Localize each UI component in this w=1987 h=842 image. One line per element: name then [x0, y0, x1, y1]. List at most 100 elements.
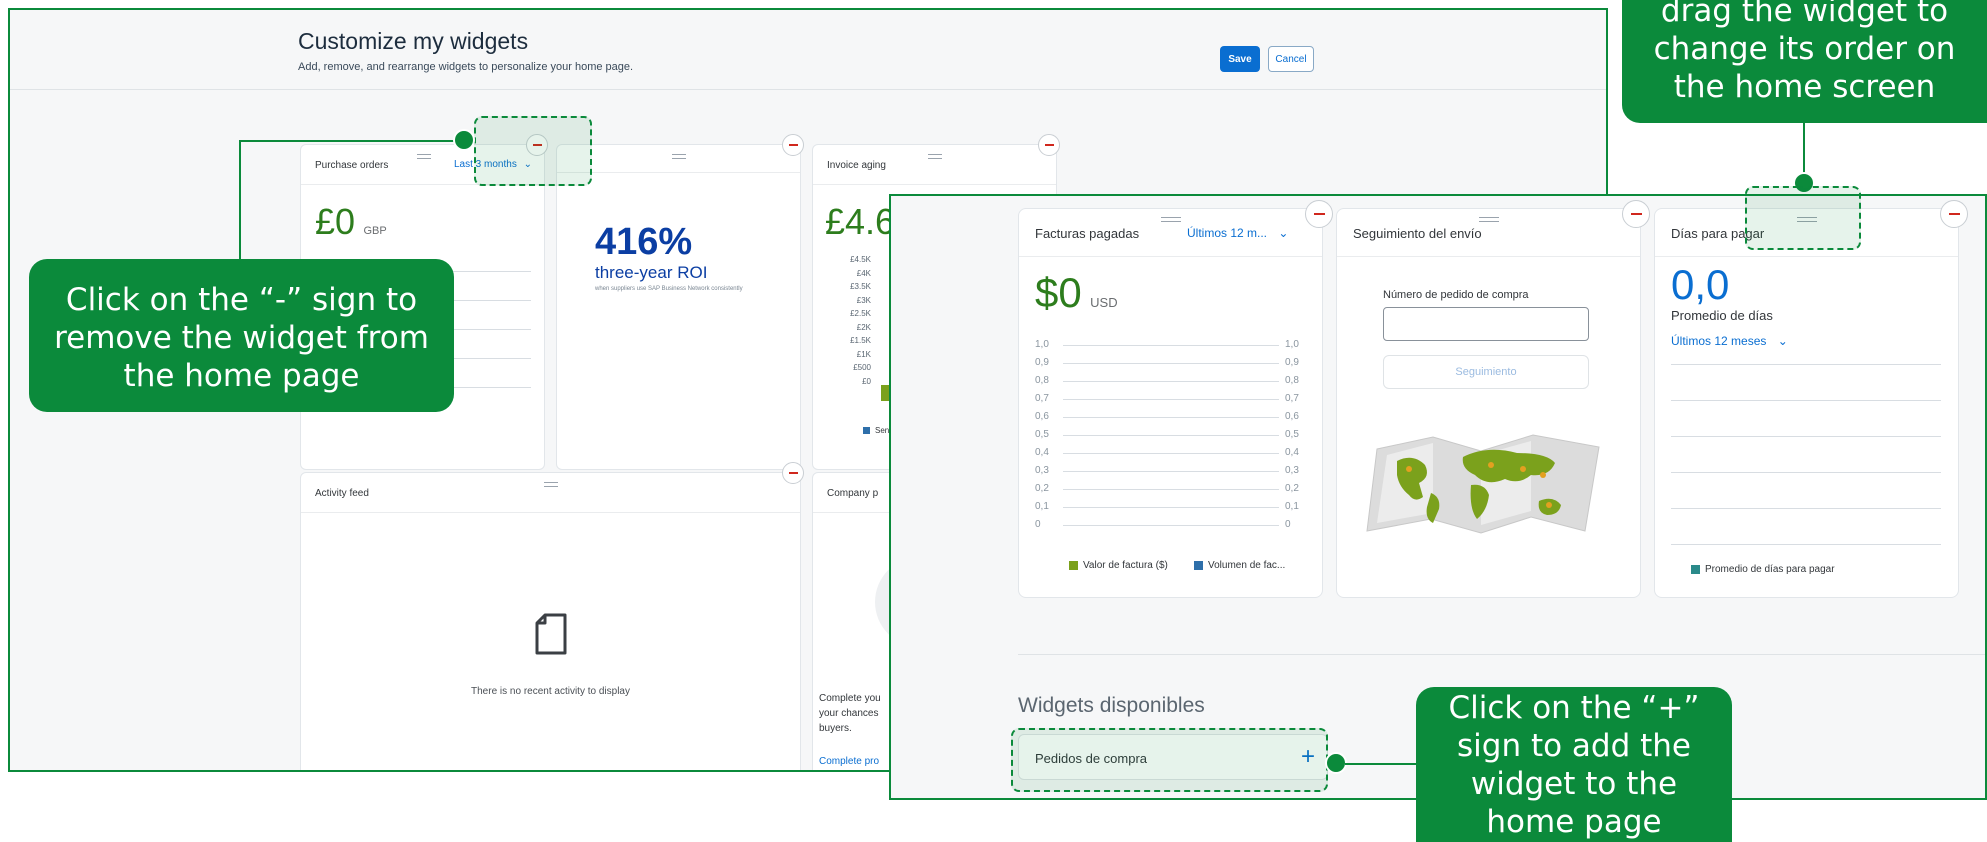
roi-note: when suppliers use SAP Business Network … — [595, 286, 743, 292]
drag-handle-icon[interactable] — [1161, 217, 1181, 222]
track-button[interactable]: Seguimiento — [1383, 355, 1589, 389]
page-header: Customize my widgets Add, remove, and re… — [10, 10, 1606, 90]
chart-gridline — [451, 300, 531, 301]
legend-swatch — [1691, 565, 1700, 574]
shipment-tracking-widget[interactable]: Seguimiento del envío Número de pedido d… — [1336, 208, 1641, 598]
chart-gridline — [451, 271, 531, 272]
amount: $0 USD — [1035, 269, 1118, 317]
y-tick-label-right: 0,6 — [1285, 411, 1299, 422]
chart-gridline — [451, 329, 531, 330]
period-filter[interactable]: Últimos 12 m... ⌄ — [1187, 226, 1288, 240]
drag-handle-icon[interactable] — [1479, 217, 1499, 222]
drag-handle-icon[interactable] — [417, 154, 431, 159]
y-tick-label: £2K — [856, 322, 871, 332]
drag-handle-icon[interactable] — [928, 154, 942, 159]
callout-connector — [240, 140, 465, 142]
amount-currency: GBP — [363, 225, 387, 237]
y-tick-label: £0 — [862, 376, 871, 386]
remove-button-highlight — [474, 116, 592, 186]
remove-widget-callout: Click on the “-” sign to remove the widg… — [29, 259, 454, 412]
roi-widget[interactable]: 416% three-year ROI when suppliers use S… — [556, 144, 801, 470]
po-number-input[interactable] — [1383, 307, 1589, 341]
chart-gridline — [1063, 471, 1279, 472]
minus-icon — [1044, 144, 1054, 146]
roi-value: 416% — [595, 221, 693, 263]
chart-gridline — [1063, 345, 1279, 346]
amount-value: £0 — [315, 201, 356, 242]
chart-gridline — [1671, 544, 1941, 545]
remove-widget-button[interactable] — [1622, 200, 1650, 228]
chart-gridline — [1671, 400, 1941, 401]
y-tick-label-right: 0,5 — [1285, 429, 1299, 440]
complete-profile-link[interactable]: Complete pro — [819, 756, 879, 767]
period-filter[interactable]: Últimos 12 meses ⌄ — [1671, 334, 1788, 348]
minus-icon — [1313, 213, 1325, 215]
y-tick-label-right: 0,4 — [1285, 447, 1299, 458]
drag-handle-icon[interactable] — [672, 154, 686, 159]
widget-title: Purchase orders — [315, 160, 389, 171]
drag-handle-icon[interactable] — [544, 482, 558, 487]
y-tick-label-left: 0,5 — [1035, 429, 1049, 440]
empty-state-text: There is no recent activity to display — [471, 686, 630, 697]
add-widget-callout: Click on the “+” sign to add the widget … — [1416, 687, 1732, 842]
y-tick-label-left: 0,2 — [1035, 483, 1049, 494]
chart-gridline — [451, 387, 531, 388]
callout-connector — [239, 140, 241, 260]
y-tick-label-right: 1,0 — [1285, 339, 1299, 350]
y-tick-label-right: 0,1 — [1285, 501, 1299, 512]
remove-widget-button[interactable] — [1305, 200, 1333, 228]
amount: £0 GBP — [315, 201, 387, 243]
invoice-chart: 1,0 1,0 0,9 0,9 0,8 0,8 0,7 0,7 0,6 0,6 0,5 0,5 0,4 0… — [1035, 339, 1305, 535]
chart-gridline — [1063, 363, 1279, 364]
document-icon — [534, 613, 568, 655]
minus-icon — [1948, 213, 1960, 215]
y-tick-label-right: 0,8 — [1285, 375, 1299, 386]
chart-gridline — [1063, 435, 1279, 436]
days-to-pay-widget[interactable]: Días para pagar 0,0 Promedio de días Últ… — [1654, 208, 1959, 598]
minus-icon — [1630, 213, 1642, 215]
y-tick-label: £2.5K — [850, 309, 871, 318]
remove-widget-button[interactable] — [1940, 200, 1968, 228]
chart-gridline — [1063, 399, 1279, 400]
remove-widget-button[interactable] — [1038, 134, 1060, 156]
activity-feed-widget[interactable]: Activity feed There is no recent activit… — [300, 472, 801, 770]
profile-text: Complete you your chances buyers. — [819, 693, 881, 734]
callout-anchor-dot — [1325, 752, 1347, 774]
period-filter-label: Últimos 12 m... — [1187, 226, 1268, 240]
y-tick-label-left: 0,6 — [1035, 411, 1049, 422]
chevron-down-icon: ⌄ — [1278, 226, 1289, 240]
y-tick-label-right: 0,3 — [1285, 465, 1299, 476]
y-tick-label-left: 0,4 — [1035, 447, 1049, 458]
cancel-button[interactable]: Cancel — [1268, 46, 1314, 72]
save-button[interactable]: Save — [1220, 46, 1260, 72]
paid-invoices-widget[interactable]: Facturas pagadas Últimos 12 m... ⌄ $0 US… — [1018, 208, 1323, 598]
section-divider — [1018, 654, 1985, 655]
chart-gridline — [1671, 472, 1941, 473]
remove-widget-button[interactable] — [782, 462, 804, 484]
page-subtitle: Add, remove, and rearrange widgets to pe… — [298, 61, 634, 73]
y-tick-label: £3K — [856, 295, 871, 305]
legend-label: Promedio de días para pagar — [1705, 564, 1835, 575]
widget-title: Seguimiento del envío — [1353, 226, 1482, 241]
days-label: Promedio de días — [1671, 308, 1773, 323]
widget-header: Activity feed — [301, 473, 800, 513]
days-value: 0,0 — [1671, 261, 1730, 308]
y-tick-label-right: 0,2 — [1285, 483, 1299, 494]
period-filter-label: Últimos 12 meses — [1671, 334, 1767, 348]
y-tick-label: £500 — [853, 363, 871, 372]
page-title: Customize my widgets — [298, 28, 529, 54]
y-tick-label-right: 0 — [1285, 519, 1291, 530]
legend-swatch — [863, 427, 870, 434]
available-widgets-heading: Widgets disponibles — [1018, 694, 1205, 717]
chart-gridline — [1671, 436, 1941, 437]
y-tick-label: £3.5K — [850, 282, 871, 291]
chart-gridline — [1671, 364, 1941, 365]
remove-widget-button[interactable] — [782, 134, 804, 156]
amount-currency: USD — [1090, 295, 1118, 310]
po-number-label: Número de pedido de compra — [1383, 289, 1529, 301]
widget-title: Invoice aging — [827, 160, 886, 171]
y-tick-label-left: 1,0 — [1035, 339, 1049, 350]
chart-gridline — [1063, 417, 1279, 418]
y-tick-label-left: 0,8 — [1035, 375, 1049, 386]
chart-gridline — [451, 358, 531, 359]
